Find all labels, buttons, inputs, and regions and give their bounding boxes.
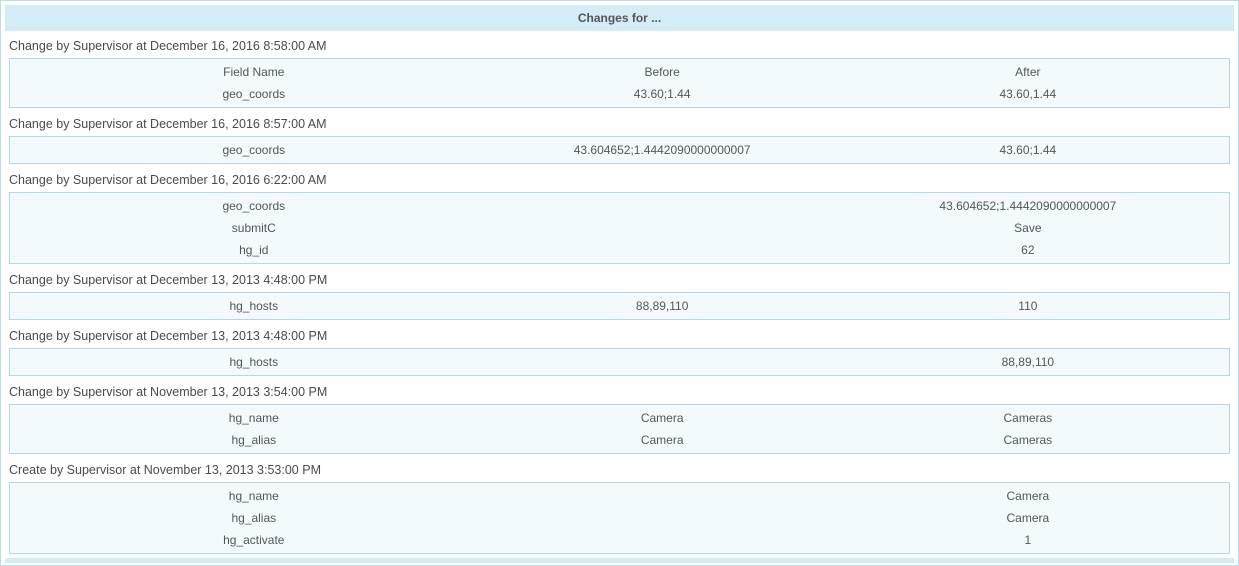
change-row: hg_name Camera xyxy=(10,485,1229,507)
change-row: geo_coords43.60;1.4443.60,1.44 xyxy=(10,83,1229,105)
after-cell: 43.60;1.44 xyxy=(827,139,1229,161)
after-cell: 43.604652;1.4442090000000007 xyxy=(827,195,1229,217)
change-table: geo_coords43.604652;1.4442090000000007su… xyxy=(9,192,1230,264)
changelog-panel: Changes for ... Change by Supervisor at … xyxy=(0,0,1239,566)
panel-footer-bar xyxy=(5,558,1234,563)
change-entry-header: Change by Supervisor at December 16, 201… xyxy=(5,34,1234,58)
change-entry-header: Change by Supervisor at December 16, 201… xyxy=(5,112,1234,136)
change-table: geo_coords43.604652;1.444209000000000743… xyxy=(9,136,1230,164)
before-cell xyxy=(498,485,827,507)
change-row: hg_nameCameraCameras xyxy=(10,407,1229,429)
field-name-cell: hg_name xyxy=(10,485,498,507)
field-name-cell: geo_coords xyxy=(10,139,498,161)
change-table: hg_hosts88,89,110110 xyxy=(9,292,1230,320)
change-row: hg_id 62 xyxy=(10,239,1229,261)
field-name-cell: hg_id xyxy=(10,239,498,261)
before-cell: Camera xyxy=(498,407,827,429)
after-cell: After xyxy=(827,61,1229,83)
after-cell: 110 xyxy=(827,295,1229,317)
change-row: geo_coords43.604652;1.444209000000000743… xyxy=(10,139,1229,161)
change-row: submitC Save xyxy=(10,217,1229,239)
change-entries-list: Change by Supervisor at December 16, 201… xyxy=(5,34,1234,554)
field-name-cell: hg_activate xyxy=(10,529,498,551)
change-row: hg_activate 1 xyxy=(10,529,1229,551)
field-name-cell: Field Name xyxy=(10,61,498,83)
before-cell xyxy=(498,529,827,551)
field-name-cell: geo_coords xyxy=(10,83,498,105)
change-row: geo_coords 43.604652;1.4442090000000007 xyxy=(10,195,1229,217)
after-cell: 1 xyxy=(827,529,1229,551)
change-table: hg_hosts 88,89,110 xyxy=(9,348,1230,376)
change-row: hg_alias Camera xyxy=(10,507,1229,529)
before-cell: 88,89,110 xyxy=(498,295,827,317)
after-cell: Save xyxy=(827,217,1229,239)
change-entry-header: Create by Supervisor at November 13, 201… xyxy=(5,458,1234,482)
change-table: hg_name Camera hg_alias Camera hg_activate 1 xyxy=(9,482,1230,554)
after-cell: Cameras xyxy=(827,429,1229,451)
change-row: hg_hosts88,89,110110 xyxy=(10,295,1229,317)
change-entry-header: Change by Supervisor at December 16, 201… xyxy=(5,168,1234,192)
change-entry-header: Change by Supervisor at December 13, 201… xyxy=(5,324,1234,348)
column-header-row: Field NameBeforeAfter xyxy=(10,61,1229,83)
field-name-cell: hg_hosts xyxy=(10,295,498,317)
panel-title: Changes for ... xyxy=(5,5,1234,31)
before-cell: 43.60;1.44 xyxy=(498,83,827,105)
field-name-cell: geo_coords xyxy=(10,195,498,217)
field-name-cell: hg_hosts xyxy=(10,351,498,373)
before-cell xyxy=(498,507,827,529)
field-name-cell: hg_alias xyxy=(10,429,498,451)
before-cell xyxy=(498,217,827,239)
before-cell xyxy=(498,239,827,261)
field-name-cell: submitC xyxy=(10,217,498,239)
before-cell xyxy=(498,195,827,217)
before-cell: Before xyxy=(498,61,827,83)
after-cell: Camera xyxy=(827,507,1229,529)
change-row: hg_hosts 88,89,110 xyxy=(10,351,1229,373)
before-cell: 43.604652;1.4442090000000007 xyxy=(498,139,827,161)
change-entry-header: Change by Supervisor at November 13, 201… xyxy=(5,380,1234,404)
change-entry-header: Change by Supervisor at December 13, 201… xyxy=(5,268,1234,292)
before-cell xyxy=(498,351,827,373)
after-cell: Camera xyxy=(827,485,1229,507)
change-row: hg_aliasCameraCameras xyxy=(10,429,1229,451)
change-table: Field NameBeforeAftergeo_coords43.60;1.4… xyxy=(9,58,1230,108)
field-name-cell: hg_alias xyxy=(10,507,498,529)
after-cell: 43.60,1.44 xyxy=(827,83,1229,105)
field-name-cell: hg_name xyxy=(10,407,498,429)
after-cell: 62 xyxy=(827,239,1229,261)
after-cell: Cameras xyxy=(827,407,1229,429)
before-cell: Camera xyxy=(498,429,827,451)
change-table: hg_nameCameraCamerashg_aliasCameraCamera… xyxy=(9,404,1230,454)
after-cell: 88,89,110 xyxy=(827,351,1229,373)
